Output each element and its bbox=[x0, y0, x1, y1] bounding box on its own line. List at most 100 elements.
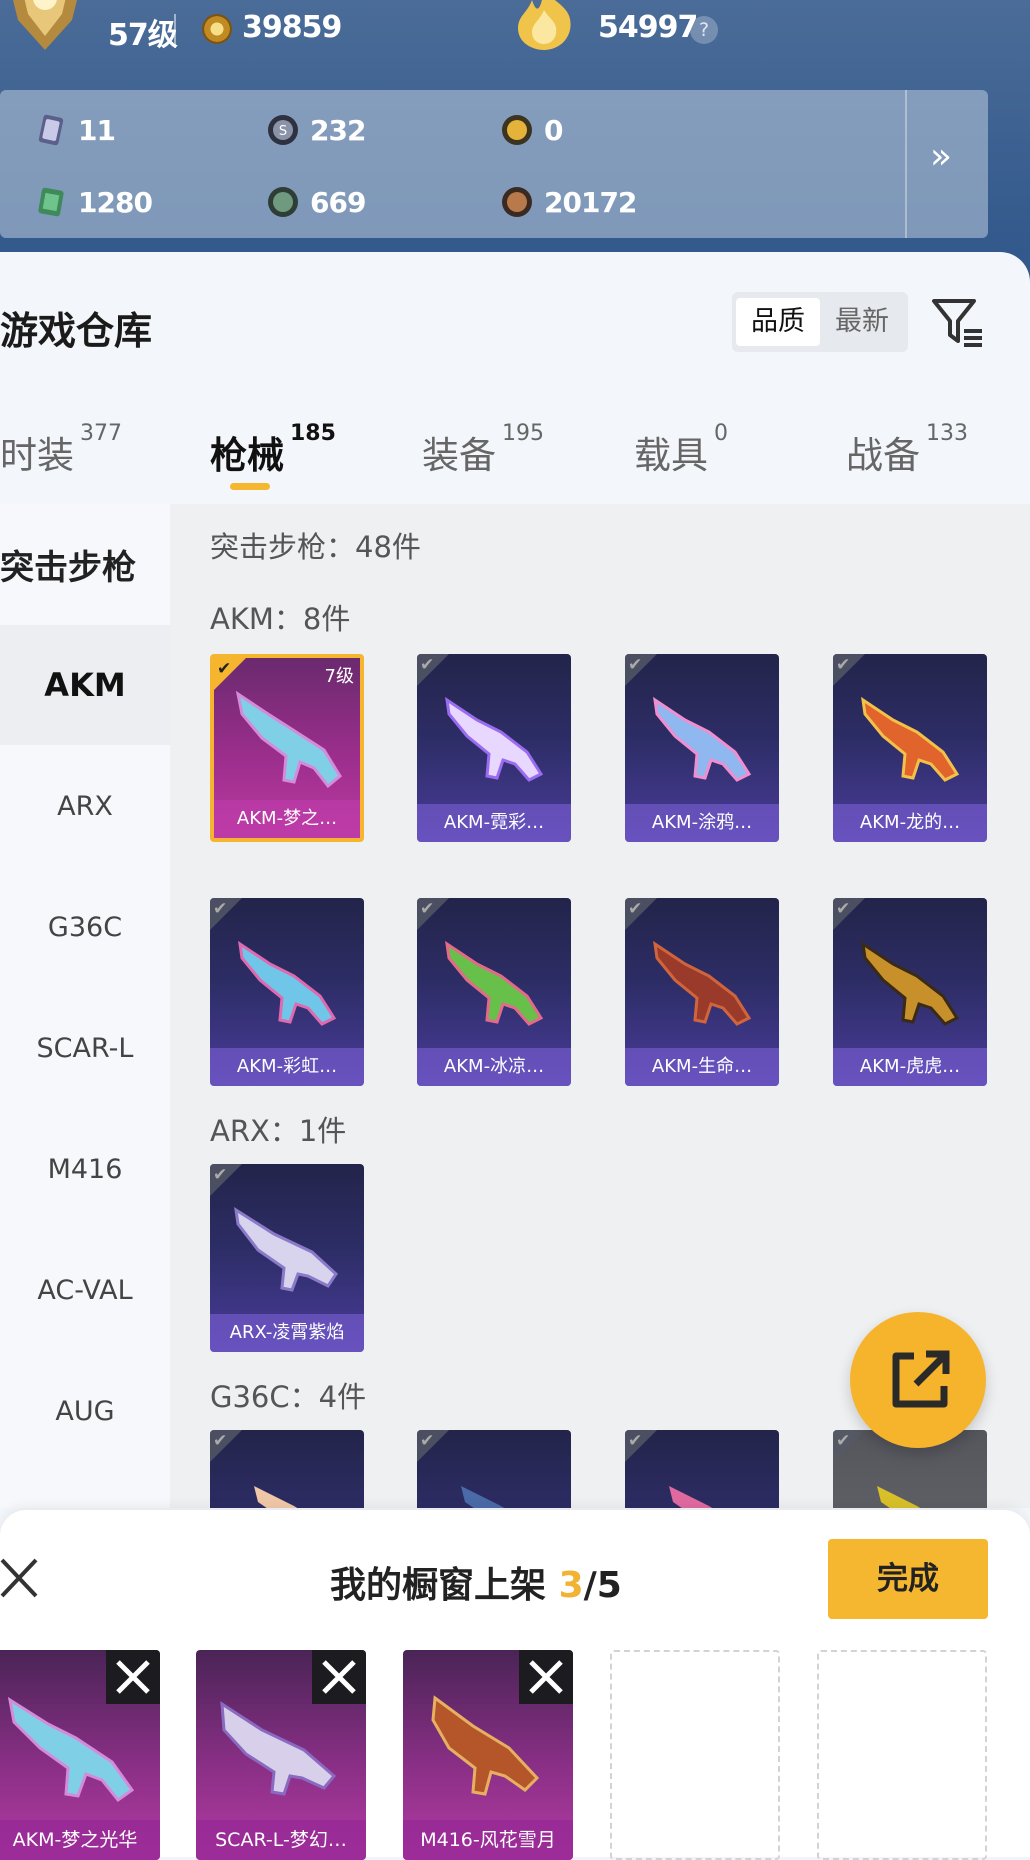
sidebar-item-g36c[interactable]: G36C bbox=[0, 867, 170, 987]
tab-fashion[interactable]: 时装377 bbox=[0, 421, 122, 479]
share-button[interactable] bbox=[850, 1312, 986, 1448]
shelf-count: 3 bbox=[558, 1565, 584, 1606]
tab-equipment[interactable]: 装备195 bbox=[422, 421, 544, 479]
done-button[interactable]: 完成 bbox=[828, 1539, 988, 1619]
rifle-icon bbox=[445, 696, 544, 782]
currency-green: 669 bbox=[266, 182, 366, 222]
check-icon: ✔ bbox=[420, 1431, 435, 1451]
currency-panel[interactable]: 11 S 232 0 1280 669 20172 » bbox=[0, 90, 988, 238]
sidebar-item-scar-l[interactable]: SCAR-L bbox=[0, 988, 170, 1108]
weapon-card[interactable]: ✔ AKM-霓彩… bbox=[417, 654, 571, 842]
sort-latest[interactable]: 最新 bbox=[820, 298, 904, 346]
shelf-slot[interactable]: SCAR-L-梦幻… bbox=[196, 1650, 366, 1860]
voucher-icon bbox=[38, 187, 64, 217]
check-icon: ✔ bbox=[836, 655, 851, 675]
sort-toggle[interactable]: 品质 最新 bbox=[732, 292, 908, 352]
gold-token-icon bbox=[502, 115, 532, 145]
sidebar-item-m416[interactable]: M416 bbox=[0, 1109, 170, 1229]
check-icon: ✔ bbox=[836, 1431, 851, 1451]
rifle-icon bbox=[461, 1486, 505, 1508]
weapon-card[interactable]: ✔ 7级 AKM-梦之… bbox=[210, 654, 364, 842]
slot-name: SCAR-L-梦幻… bbox=[196, 1820, 366, 1860]
sidebar-category[interactable]: 突击步枪 bbox=[0, 504, 170, 624]
remove-icon[interactable] bbox=[106, 1650, 160, 1704]
rifle-icon bbox=[861, 940, 960, 1026]
rifle-icon bbox=[877, 1486, 921, 1508]
check-icon: ✔ bbox=[628, 1431, 643, 1451]
weapon-card[interactable]: ✔ AKM-冰凉… bbox=[417, 898, 571, 1086]
check-icon: ✔ bbox=[213, 1431, 228, 1451]
sidebar-item-ac-val[interactable]: AC-VAL bbox=[0, 1230, 170, 1350]
divider bbox=[174, 14, 176, 48]
tab-indicator bbox=[230, 483, 270, 490]
check-icon: ✔ bbox=[213, 1165, 228, 1185]
silver-coin-icon: S bbox=[268, 115, 298, 145]
shelf-title: 我的橱窗上架 3/5 bbox=[330, 1565, 622, 1606]
check-icon: ✔ bbox=[420, 655, 435, 675]
weapon-card[interactable]: ✔ AKM-彩虹… bbox=[210, 898, 364, 1086]
sidebar-item-aug[interactable]: AUG bbox=[0, 1351, 170, 1471]
sort-quality[interactable]: 品质 bbox=[736, 298, 820, 346]
weapon-card[interactable]: ✔ bbox=[417, 1430, 571, 1508]
currency-silver: S 232 bbox=[266, 110, 366, 150]
weapon-card[interactable]: ✔ ARX-凌霄紫焰 bbox=[210, 1164, 364, 1352]
rifle-icon bbox=[234, 1206, 338, 1292]
divider bbox=[905, 90, 907, 238]
help-icon[interactable]: ? bbox=[690, 16, 718, 44]
shelf-slot-empty[interactable] bbox=[610, 1650, 780, 1860]
weapon-card[interactable]: ✔ AKM-虎虎… bbox=[833, 898, 987, 1086]
tab-supplies[interactable]: 战备133 bbox=[846, 421, 968, 479]
coin-icon bbox=[202, 14, 232, 44]
flame-icon bbox=[518, 0, 571, 50]
expand-arrow-icon[interactable]: » bbox=[930, 136, 952, 177]
rifle-icon bbox=[653, 940, 752, 1026]
sidebar-item-akm[interactable]: AKM bbox=[0, 625, 170, 745]
currency-card: 11 bbox=[34, 110, 116, 150]
weapon-name: AKM-涂鸦… bbox=[625, 804, 779, 842]
tab-weapons[interactable]: 枪械185 bbox=[210, 421, 336, 479]
rifle-icon bbox=[653, 696, 752, 782]
weapon-name: AKM-梦之… bbox=[214, 800, 360, 838]
slot-name: M416-风花雪月 bbox=[403, 1820, 573, 1860]
check-icon: ✔ bbox=[420, 899, 435, 919]
rifle-icon bbox=[861, 696, 960, 782]
group-label-arx: ARX：1件 bbox=[210, 1114, 347, 1148]
check-icon: ✔ bbox=[217, 659, 232, 679]
weapon-name: AKM-生命… bbox=[625, 1048, 779, 1086]
weapon-card[interactable]: ✔ AKM-涂鸦… bbox=[625, 654, 779, 842]
remove-icon[interactable] bbox=[519, 1650, 573, 1704]
rifle-icon bbox=[238, 940, 337, 1026]
coin-count: 39859 bbox=[242, 10, 342, 45]
rifle-icon bbox=[431, 1695, 540, 1796]
weapon-name: ARX-凌霄紫焰 bbox=[210, 1314, 364, 1352]
weapon-card[interactable]: ✔ bbox=[625, 1430, 779, 1508]
sidebar-item-arx[interactable]: ARX bbox=[0, 746, 170, 866]
shelf-slot-empty[interactable] bbox=[817, 1650, 987, 1860]
group-label-g36c: G36C：4件 bbox=[210, 1380, 367, 1414]
rifle-icon bbox=[254, 1486, 298, 1508]
svg-text:S: S bbox=[279, 124, 287, 139]
check-icon: ✔ bbox=[836, 899, 851, 919]
weapon-card[interactable]: ✔ AKM-龙的… bbox=[833, 654, 987, 842]
warehouse-title: 游戏仓库 bbox=[0, 309, 153, 353]
remove-icon[interactable] bbox=[312, 1650, 366, 1704]
green-orb-icon bbox=[268, 187, 298, 217]
weapon-name: AKM-霓彩… bbox=[417, 804, 571, 842]
heat-score: 54997 bbox=[598, 10, 698, 45]
weapon-card[interactable]: ✔ bbox=[210, 1430, 364, 1508]
tab-vehicles[interactable]: 载具0 bbox=[634, 421, 728, 479]
shelf-slot[interactable]: AKM-梦之光华 bbox=[0, 1650, 160, 1860]
close-icon[interactable] bbox=[0, 1556, 40, 1600]
currency-voucher: 1280 bbox=[34, 182, 153, 222]
player-level: 57级 bbox=[108, 18, 178, 53]
card-icon bbox=[38, 114, 64, 146]
category-total: 突击步枪：48件 bbox=[210, 530, 421, 564]
rifle-icon bbox=[235, 690, 342, 789]
currency-bronze: 20172 bbox=[500, 182, 637, 222]
filter-icon[interactable] bbox=[930, 295, 986, 349]
weapon-name: AKM-彩虹… bbox=[210, 1048, 364, 1086]
weapon-card[interactable]: ✔ AKM-生命… bbox=[625, 898, 779, 1086]
shelf-slot[interactable]: M416-风花雪月 bbox=[403, 1650, 573, 1860]
bronze-orb-icon bbox=[502, 187, 532, 217]
rifle-icon bbox=[7, 1696, 135, 1803]
